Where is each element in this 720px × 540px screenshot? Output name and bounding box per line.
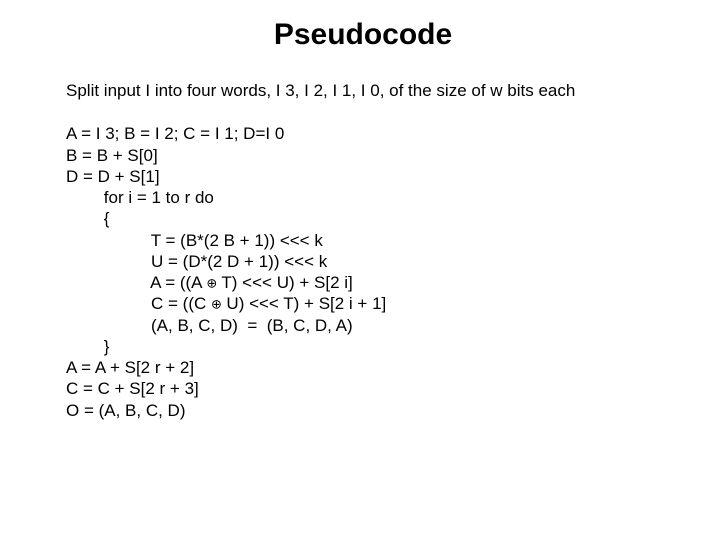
- pseudocode-block: A = I 3; B = I 2; C = I 1; D=I 0 B = B +…: [66, 123, 660, 421]
- code-line: C = ((C ⊕ U) <<< T) + S[2 i + 1]: [66, 294, 386, 313]
- code-line: U = (D*(2 D + 1)) <<< k: [66, 252, 327, 271]
- code-line: A = A + S[2 r + 2]: [66, 358, 194, 377]
- code-line: A = ((A ⊕ T) <<< U) + S[2 i]: [66, 273, 353, 292]
- code-line: for i = 1 to r do: [66, 188, 214, 207]
- code-line: {: [66, 209, 109, 228]
- code-line: T = (B*(2 B + 1)) <<< k: [66, 231, 323, 250]
- code-line: C = C + S[2 r + 3]: [66, 379, 199, 398]
- xor-icon: ⊕: [211, 297, 222, 312]
- code-line: D = D + S[1]: [66, 167, 160, 186]
- code-line: A = I 3; B = I 2; C = I 1; D=I 0: [66, 124, 284, 143]
- slide: Pseudocode Split input I into four words…: [0, 0, 720, 540]
- slide-title: Pseudocode: [66, 18, 660, 52]
- code-line: O = (A, B, C, D): [66, 401, 186, 420]
- intro-text: Split input I into four words, I 3, I 2,…: [66, 80, 660, 101]
- xor-icon: ⊕: [206, 275, 217, 290]
- code-line: }: [66, 337, 109, 356]
- code-line: B = B + S[0]: [66, 146, 158, 165]
- code-line: (A, B, C, D) = (B, C, D, A): [66, 316, 353, 335]
